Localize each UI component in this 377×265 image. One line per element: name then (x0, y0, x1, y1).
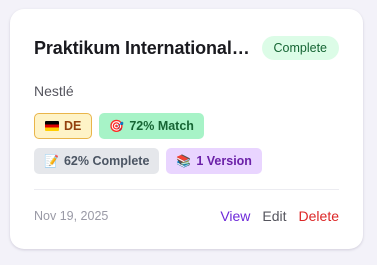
card-title[interactable]: Praktikum International ... (34, 38, 250, 59)
target-icon: 🎯 (109, 119, 125, 133)
company-name: Nestlé (34, 83, 74, 99)
card-header: Praktikum International ... Complete (34, 33, 339, 63)
completeness-label: 62% Complete (63, 154, 150, 168)
memo-icon: 📝 (44, 154, 59, 168)
divider (34, 189, 339, 190)
german-flag-icon (45, 121, 59, 131)
books-icon: 📚 (176, 154, 192, 168)
created-date: Nov 19, 2025 (34, 209, 109, 223)
language-label: DE (64, 119, 82, 133)
edit-button[interactable]: Edit (262, 208, 286, 224)
language-badge: DE (34, 113, 93, 139)
completeness-badge: 📝 62% Complete (34, 148, 160, 174)
status-badge: Complete (261, 36, 339, 60)
match-label: 72% Match (129, 119, 194, 133)
badge-row-primary: DE 🎯 72% Match (34, 113, 339, 139)
view-button[interactable]: View (220, 208, 250, 224)
badge-row-secondary: 📝 62% Complete 📚 1 Version (34, 148, 339, 174)
application-card: Praktikum International ... Complete Nes… (10, 9, 363, 249)
version-label: 1 Version (196, 154, 252, 168)
match-badge: 🎯 72% Match (99, 113, 204, 139)
card-actions: View Edit Delete (220, 208, 339, 224)
card-footer: Nov 19, 2025 View Edit Delete (34, 208, 339, 224)
version-badge: 📚 1 Version (166, 148, 262, 174)
delete-button[interactable]: Delete (299, 208, 339, 224)
